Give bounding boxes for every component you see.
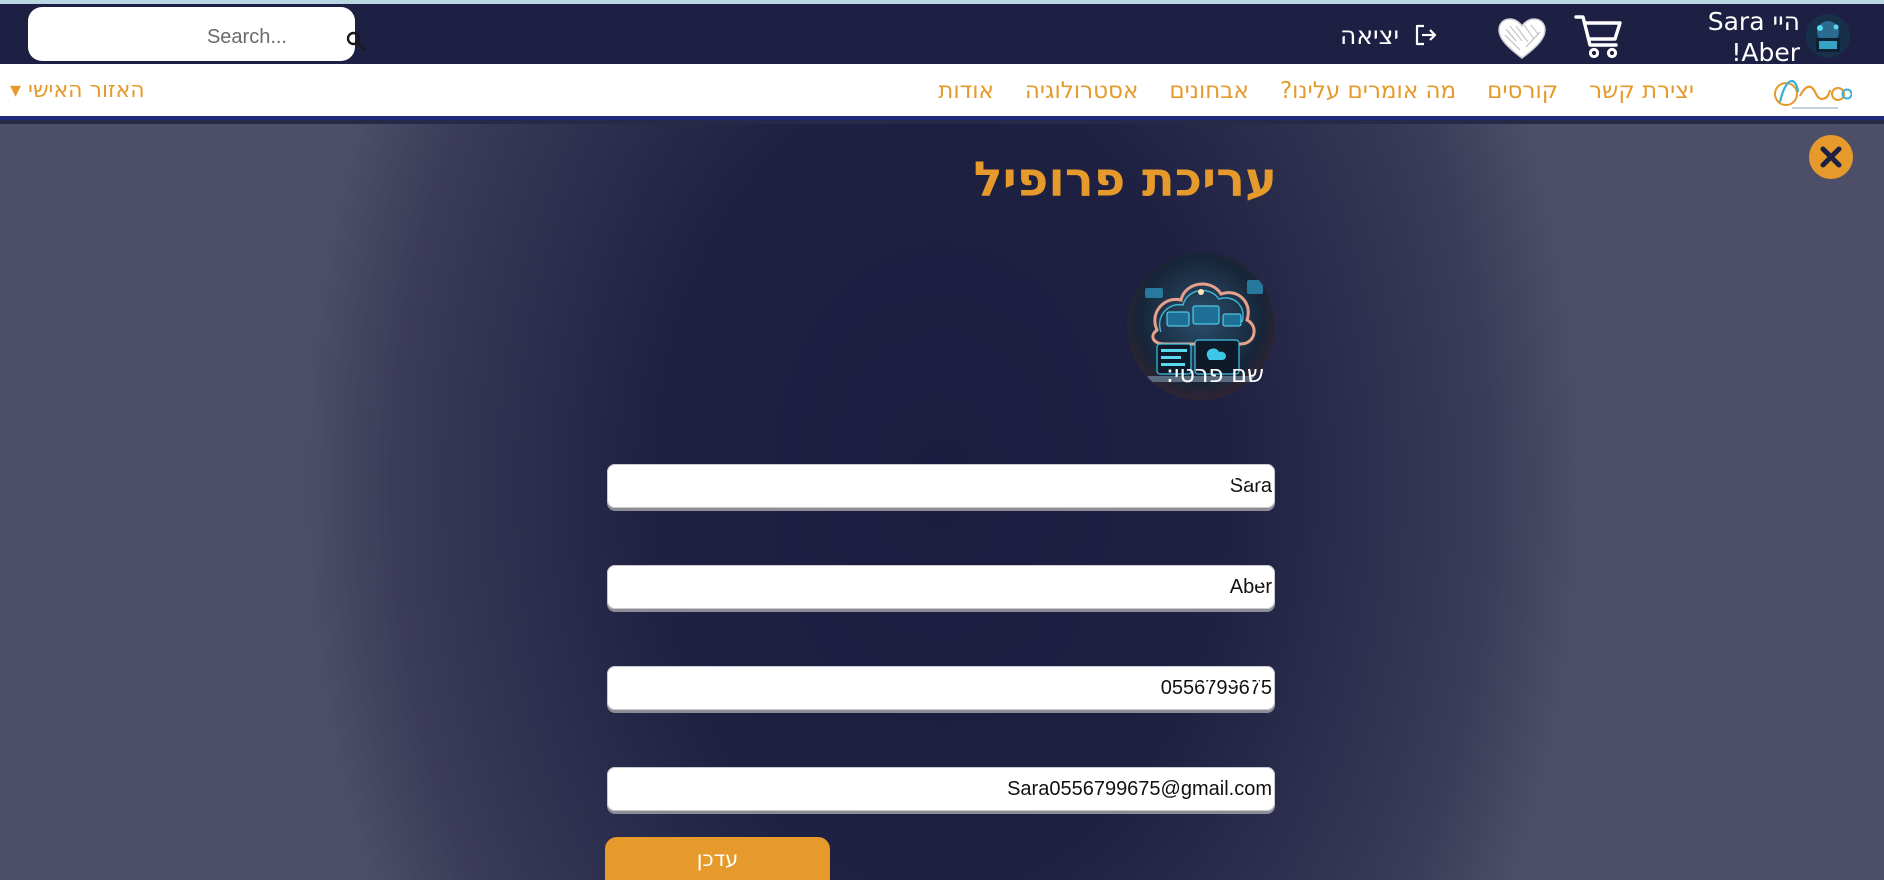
nav-item-testimonials[interactable]: מה אומרים עלינו? bbox=[1280, 78, 1456, 104]
close-icon bbox=[1820, 146, 1842, 168]
email-label: אימייל: bbox=[1193, 663, 1264, 691]
last-name-field[interactable] bbox=[607, 565, 1275, 609]
avatar[interactable] bbox=[1806, 14, 1850, 58]
page-title: עריכת פרופיל bbox=[973, 152, 1277, 208]
nav-item-contact[interactable]: יצירת קשר bbox=[1589, 78, 1694, 104]
search-box[interactable]: Search... bbox=[28, 7, 366, 61]
update-button[interactable]: עדכן bbox=[605, 837, 830, 880]
cart-icon[interactable] bbox=[1572, 12, 1624, 60]
close-button[interactable] bbox=[1809, 135, 1853, 179]
phone-label: טלפון: bbox=[1198, 562, 1264, 590]
logout-button[interactable]: יציאה bbox=[1340, 18, 1439, 52]
nav-item-astrology[interactable]: אסטרולוגיה bbox=[1025, 78, 1138, 104]
main-nav: האזור האישי ▾ אודות אסטרולוגיה אבחונים מ… bbox=[0, 64, 1884, 120]
search-icon[interactable] bbox=[344, 29, 368, 53]
nav-item-about[interactable]: אודות bbox=[938, 78, 994, 104]
main-content: עריכת פרופיל שם פרטי: Sara שם משפחה: Abe… bbox=[0, 124, 1884, 880]
email-field[interactable] bbox=[607, 767, 1275, 811]
phone-field[interactable] bbox=[607, 666, 1275, 710]
nav-item-courses[interactable]: קורסים bbox=[1487, 78, 1558, 104]
user-greeting: היי Sara Aber! bbox=[1707, 7, 1800, 67]
last-name-label: שם משפחה: bbox=[1135, 461, 1264, 489]
nav-menu: אודות אסטרולוגיה אבחונים מה אומרים עלינו… bbox=[938, 78, 1694, 104]
first-name-label: שם פרטי: bbox=[1165, 360, 1264, 388]
site-logo[interactable] bbox=[1772, 70, 1852, 114]
search-input[interactable]: Search... bbox=[207, 26, 287, 49]
nav-item-diagnoses[interactable]: אבחונים bbox=[1169, 78, 1249, 104]
top-bar: Search... יציאה היי Sara Aber! bbox=[0, 4, 1884, 67]
logout-label: יציאה bbox=[1340, 20, 1400, 50]
logout-icon bbox=[1415, 24, 1437, 46]
heart-icon[interactable] bbox=[1496, 17, 1548, 61]
personal-area-menu[interactable]: האזור האישי ▾ bbox=[10, 78, 145, 103]
